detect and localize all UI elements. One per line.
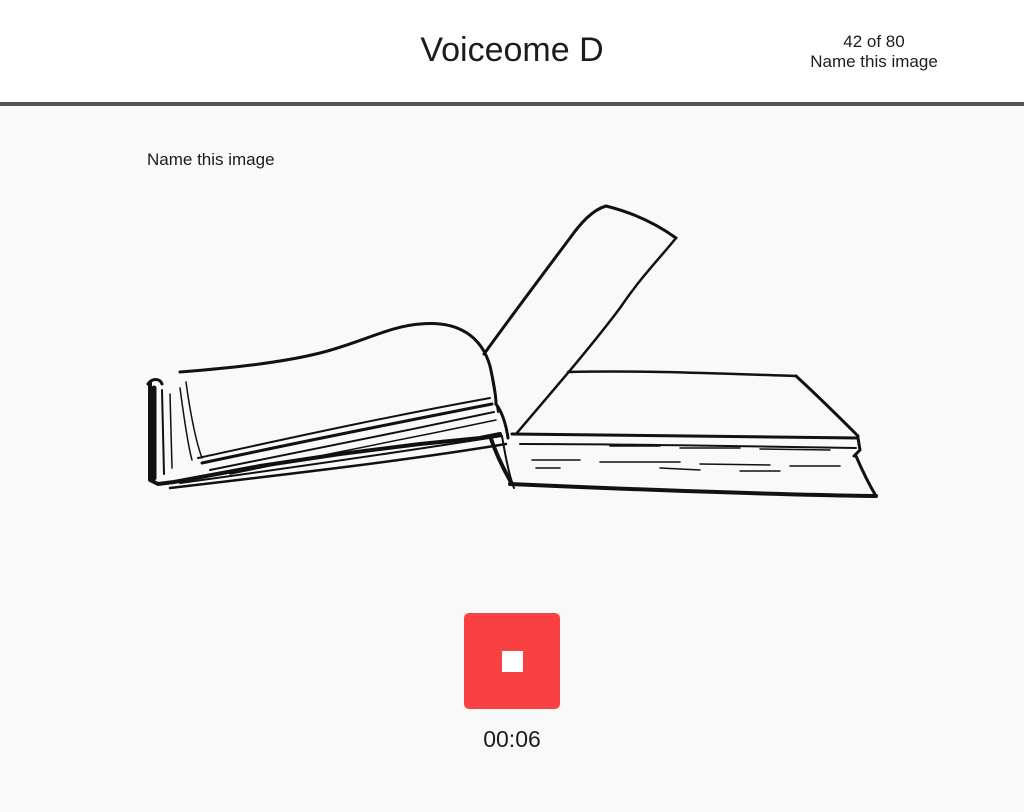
task-area: Name this image 00:06 — [0, 106, 1024, 812]
progress-task-label: Name this image — [810, 52, 938, 71]
book-image — [146, 204, 878, 498]
recording-timer: 00:06 — [483, 726, 541, 752]
stop-recording-button[interactable] — [464, 613, 560, 709]
task-prompt: Name this image — [147, 150, 275, 169]
progress-count: 42 of 80 — [843, 32, 905, 51]
stop-icon — [502, 651, 523, 672]
progress-indicator: 42 of 80 Name this image — [794, 32, 954, 72]
app-header: Voiceome D 42 of 80 Name this image — [0, 0, 1024, 106]
